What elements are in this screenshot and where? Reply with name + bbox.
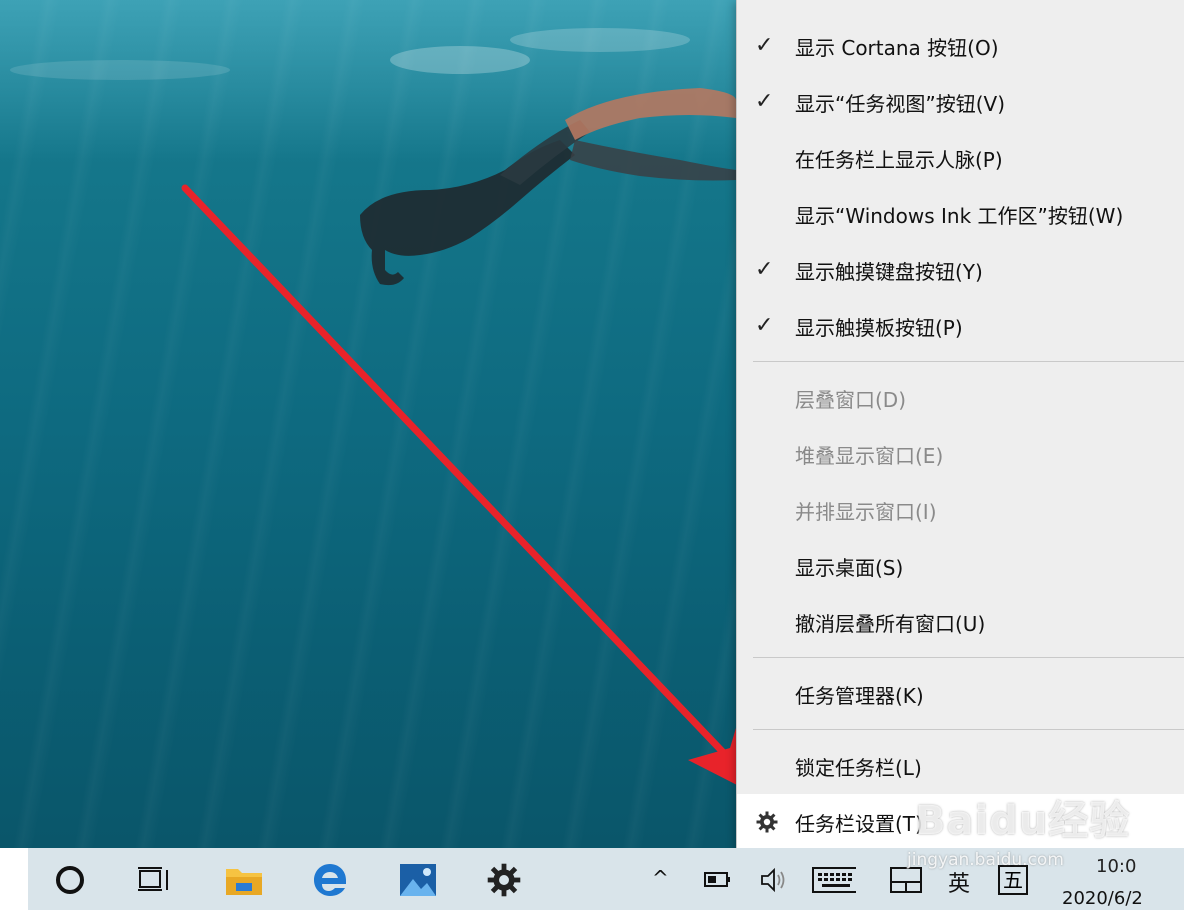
menu-item-show-desktop[interactable]: 显示桌面(S) (737, 538, 1184, 594)
menu-item-label: 显示桌面(S) (795, 555, 904, 580)
menu-item-label: 显示触摸键盘按钮(Y) (795, 259, 983, 284)
cortana-icon[interactable] (48, 858, 92, 902)
clock-time[interactable]: 10:0 (1096, 856, 1136, 877)
menu-item-label: 撤消层叠所有窗口(U) (795, 611, 986, 636)
edge-icon[interactable] (308, 858, 352, 902)
menu-item-label: 显示 Cortana 按钮(O) (795, 35, 999, 60)
menu-item-taskbar-settings[interactable]: 任务栏设置(T) (737, 794, 1184, 850)
search-box-edge[interactable] (0, 848, 28, 910)
menu-item-show-task-view[interactable]: ✓ 显示“任务视图”按钮(V) (737, 74, 1184, 130)
photos-icon[interactable] (396, 858, 440, 902)
menu-item-stack-windows: 堆叠显示窗口(E) (737, 426, 1184, 482)
show-hidden-icons-chevron[interactable]: ^ (652, 866, 669, 890)
menu-item-label: 堆叠显示窗口(E) (795, 443, 944, 468)
check-icon: ✓ (755, 257, 774, 282)
menu-item-task-manager[interactable]: 任务管理器(K) (737, 666, 1184, 722)
touchpad-icon[interactable] (884, 858, 928, 902)
menu-separator (753, 729, 1184, 730)
menu-item-label: 任务栏设置(T) (795, 811, 923, 836)
menu-item-show-cortana[interactable]: ✓ 显示 Cortana 按钮(O) (737, 18, 1184, 74)
gear-icon (756, 811, 778, 833)
volume-icon[interactable] (752, 858, 796, 902)
check-icon: ✓ (755, 313, 774, 338)
menu-item-label: 显示“Windows Ink 工作区”按钮(W) (795, 203, 1124, 228)
battery-icon[interactable] (696, 858, 740, 902)
clock-date[interactable]: 2020/6/2 (1062, 888, 1143, 909)
ime-mode-indicator[interactable]: 五 (998, 865, 1028, 895)
menu-item-label: 显示“任务视图”按钮(V) (795, 91, 1006, 116)
menu-item-label: 在任务栏上显示人脉(P) (795, 147, 1003, 172)
menu-item-show-people[interactable]: 在任务栏上显示人脉(P) (737, 130, 1184, 186)
touch-keyboard-icon[interactable] (812, 858, 856, 902)
menu-item-label: 显示触摸板按钮(P) (795, 315, 963, 340)
file-explorer-icon[interactable] (222, 858, 266, 902)
menu-item-show-touch-keyboard[interactable]: ✓ 显示触摸键盘按钮(Y) (737, 242, 1184, 298)
menu-item-label: 层叠窗口(D) (795, 387, 907, 412)
menu-separator (753, 657, 1184, 658)
menu-item-label: 任务管理器(K) (795, 683, 924, 708)
menu-item-label: 锁定任务栏(L) (795, 755, 922, 780)
settings-icon[interactable] (482, 858, 526, 902)
ime-language-indicator[interactable]: 英 (948, 866, 970, 898)
task-view-icon[interactable] (132, 858, 176, 902)
menu-separator (753, 361, 1184, 362)
taskbar-context-menu: ✓ 显示 Cortana 按钮(O) ✓ 显示“任务视图”按钮(V) 在任务栏上… (736, 0, 1184, 862)
menu-item-cascade-windows: 层叠窗口(D) (737, 370, 1184, 426)
check-icon: ✓ (755, 33, 774, 58)
menu-item-lock-taskbar[interactable]: 锁定任务栏(L) (737, 738, 1184, 794)
menu-item-side-by-side-windows: 并排显示窗口(I) (737, 482, 1184, 538)
menu-item-show-windows-ink[interactable]: 显示“Windows Ink 工作区”按钮(W) (737, 186, 1184, 242)
check-icon: ✓ (755, 89, 774, 114)
menu-item-undo-cascade[interactable]: 撤消层叠所有窗口(U) (737, 594, 1184, 650)
taskbar: ^ 英 五 10:0 2020/6/2 (0, 848, 1184, 910)
menu-item-label: 并排显示窗口(I) (795, 499, 937, 524)
menu-item-show-touchpad[interactable]: ✓ 显示触摸板按钮(P) (737, 298, 1184, 354)
